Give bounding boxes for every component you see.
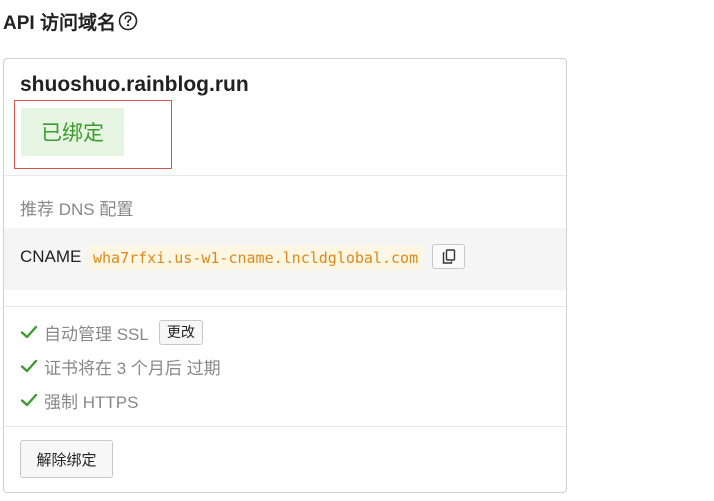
change-ssl-button[interactable]: 更改	[158, 319, 203, 345]
feature-text: 强制 HTTPS	[44, 392, 139, 412]
feature-text: 证书将在 3 个月后 过期	[44, 358, 221, 378]
feature-force-https: 强制 HTTPS	[20, 387, 138, 413]
unbind-button[interactable]: 解除绑定	[20, 440, 113, 478]
feature-auto-ssl: 自动管理 SSL 更改	[20, 319, 203, 345]
dns-record-row: CNAME wha7rfxi.us-w1-cname.lncldglobal.c…	[4, 228, 566, 290]
check-icon	[20, 392, 38, 408]
divider	[4, 175, 566, 176]
dns-config-heading: 推荐 DNS 配置	[20, 200, 134, 219]
status-badge: 已绑定	[21, 108, 124, 156]
check-icon	[20, 358, 38, 374]
question-circle-icon[interactable]	[118, 11, 138, 31]
dns-record-type: CNAME	[20, 247, 82, 266]
feature-cert-expiry: 证书将在 3 个月后 过期	[20, 353, 221, 379]
domain-name: shuoshuo.rainblog.run	[20, 73, 249, 96]
divider	[4, 306, 566, 307]
page-title: API 访问域名	[3, 9, 138, 34]
domain-card: shuoshuo.rainblog.run 已绑定 推荐 DNS 配置 CNAM…	[3, 58, 567, 493]
copy-button[interactable]	[432, 244, 465, 269]
divider	[4, 426, 566, 427]
check-icon	[20, 324, 38, 340]
feature-text: 自动管理 SSL	[44, 324, 149, 344]
dns-record-value[interactable]: wha7rfxi.us-w1-cname.lncldglobal.com	[88, 246, 424, 270]
page-title-text: API 访问域名	[3, 12, 116, 34]
copy-icon	[442, 249, 456, 264]
